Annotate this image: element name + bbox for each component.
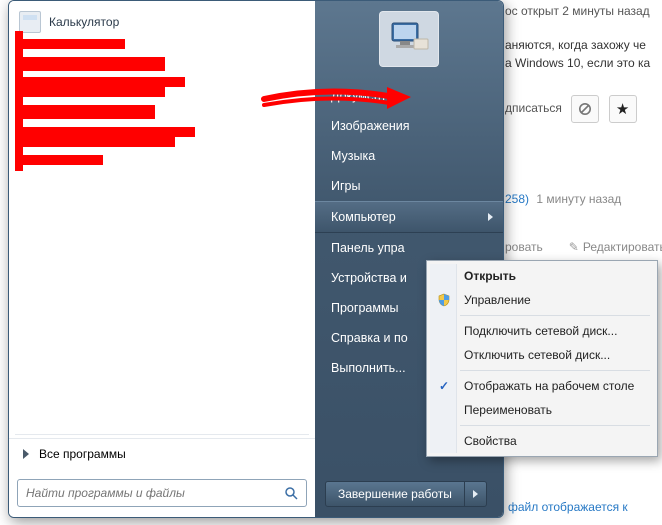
answer-count-link[interactable]: 258) [505,192,529,206]
star-icon[interactable]: ★ [609,95,637,123]
submenu-arrow-icon [488,213,493,221]
question-time: ос открыт 2 минуты назад [505,4,650,18]
nav-documents[interactable]: Документы [315,81,503,111]
search-icon [276,486,306,500]
ctx-show-desktop[interactable]: ✓ Отображать на рабочем столе [430,374,654,398]
nav-control-panel[interactable]: Панель упра [315,233,503,263]
ctx-disconnect-drive[interactable]: Отключить сетевой диск... [430,343,654,367]
nav-games[interactable]: Игры [315,171,503,201]
redacted-scribble [15,31,275,181]
shutdown-more-button[interactable] [465,485,486,503]
bottom-link-frag[interactable]: файл отображается к [508,500,628,514]
checkmark-icon: ✓ [436,378,452,394]
search-box[interactable] [17,479,307,507]
user-avatar[interactable] [379,11,439,67]
nav-music[interactable]: Музыка [315,141,503,171]
ctx-rename[interactable]: Переименовать [430,398,654,422]
shutdown-button[interactable]: Завершение работы [325,481,487,507]
search-input[interactable] [18,486,276,500]
subscribe-fragment[interactable]: дписаться ★ [505,95,637,123]
ctx-map-drive[interactable]: Подключить сетевой диск... [430,319,654,343]
ctx-properties[interactable]: Свойства [430,429,654,453]
context-menu: Открыть Управление Подключить сетевой ди… [426,260,658,457]
ctx-open[interactable]: Открыть [430,264,654,288]
calculator-icon [19,11,41,33]
question-title-frag2: а Windows 10, если это ка [505,56,650,70]
chevron-right-icon [473,490,478,498]
question-title-frag1: аняются, когда захожу че [505,38,646,52]
ctx-manage[interactable]: Управление [430,288,654,312]
block-icon[interactable] [571,95,599,123]
shield-icon [436,292,452,308]
edit-links: ровать ✎Редактировать [505,240,662,254]
all-programs-label: Все программы [39,447,126,461]
nav-pictures[interactable]: Изображения [315,111,503,141]
answer-meta: 258) 1 минуту назад [505,192,621,206]
program-calculator[interactable]: Калькулятор [13,7,311,37]
nav-computer[interactable]: Компьютер [315,201,503,233]
all-programs[interactable]: Все программы [9,438,315,469]
program-label: Калькулятор [49,15,119,29]
shutdown-label: Завершение работы [326,482,465,506]
chevron-right-icon [23,449,29,459]
start-menu-left-panel: Калькулятор Все программ [9,1,316,517]
